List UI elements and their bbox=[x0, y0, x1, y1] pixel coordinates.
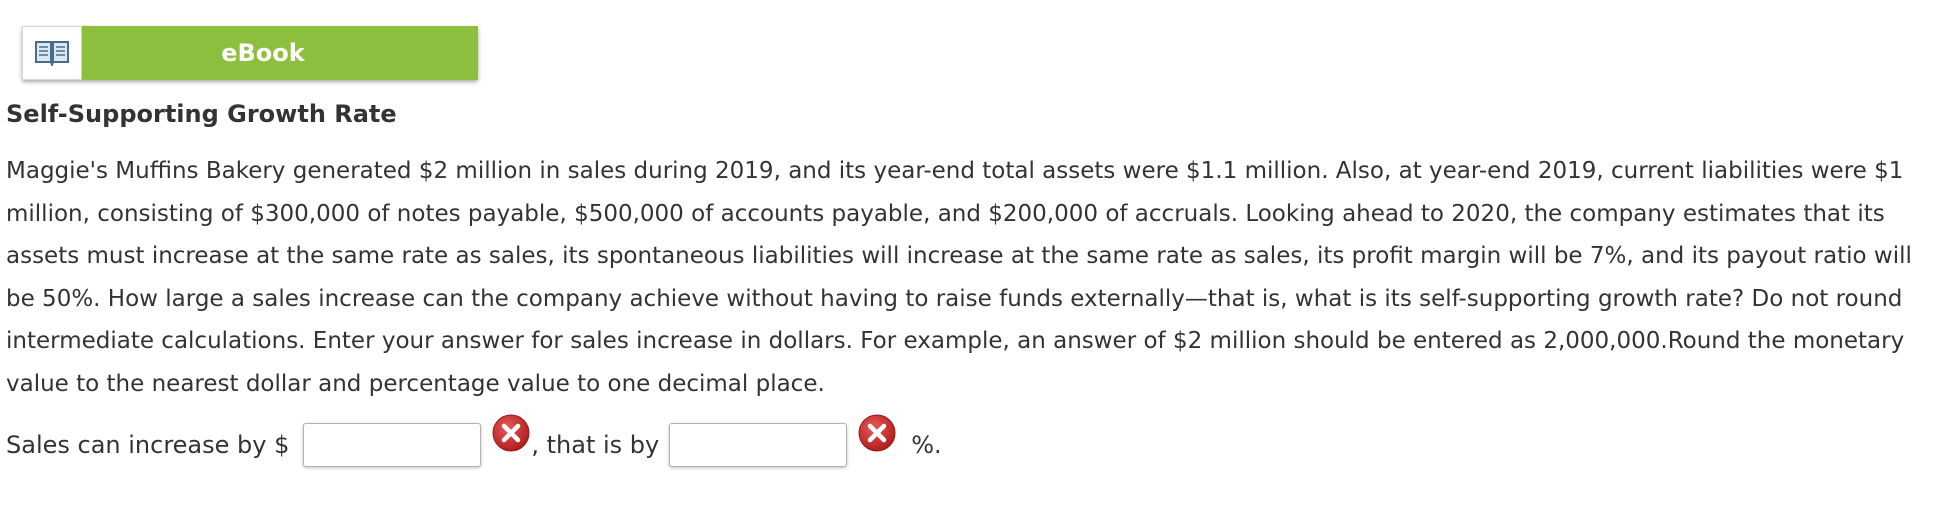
answer-middle-text: , that is by bbox=[531, 431, 660, 459]
page-title: Self-Supporting Growth Rate bbox=[6, 100, 397, 128]
answer-suffix: %. bbox=[911, 431, 942, 459]
problem-text: Maggie's Muffins Bakery generated $2 mil… bbox=[6, 158, 1912, 397]
growth-rate-input[interactable] bbox=[669, 423, 848, 467]
open-book-icon bbox=[22, 26, 82, 80]
incorrect-x-icon bbox=[857, 413, 897, 453]
incorrect-x-icon bbox=[491, 413, 531, 453]
ebook-button[interactable]: eBook bbox=[22, 26, 478, 80]
sales-increase-input[interactable] bbox=[303, 423, 482, 467]
answer-prefix: Sales can increase by $ bbox=[6, 431, 290, 459]
answer-row: Sales can increase by $ , that is by %. bbox=[6, 414, 942, 470]
ebook-label: eBook bbox=[82, 26, 478, 80]
